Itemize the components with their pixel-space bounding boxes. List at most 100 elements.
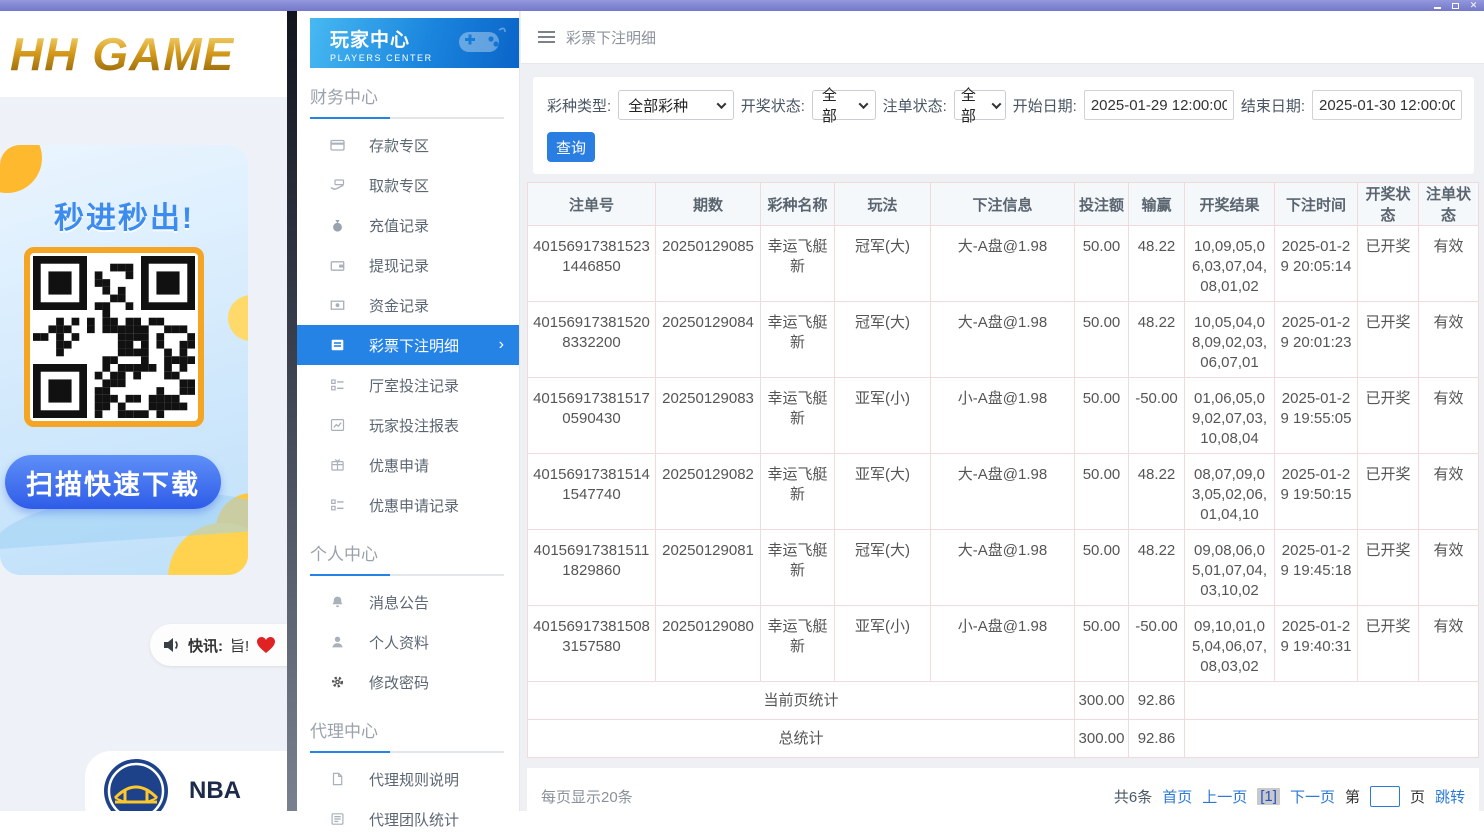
cell-amount: 50.00 [1075, 226, 1129, 302]
sidebar-item-promo-apply[interactable]: 优惠申请 [297, 445, 519, 485]
scan-download-button[interactable]: 扫描快速下载 [5, 455, 221, 509]
jump-button[interactable]: 跳转 [1435, 786, 1465, 807]
list-icon [329, 497, 347, 513]
sidebar-item-announcements[interactable]: 消息公告 [297, 582, 519, 622]
menu-toggle-icon[interactable] [538, 31, 555, 43]
maximize-button-icon[interactable] [1451, 1, 1460, 9]
chevron-right-icon: › [499, 336, 504, 354]
close-button-icon[interactable]: ✕ [1469, 1, 1478, 9]
cell-time: 2025-01-29 20:05:14 [1275, 226, 1358, 302]
minimize-button-icon[interactable] [1433, 1, 1442, 9]
cell-amount: 50.00 [1075, 454, 1129, 530]
gift-icon [329, 457, 347, 473]
heart-icon [256, 636, 276, 654]
cell-lottery: 幸运飞艇新 [761, 530, 835, 606]
sidebar-item-hall-bet-records[interactable]: 厅室投注记录 [297, 365, 519, 405]
filter-panel: 彩种类型: 全部彩种 开奖状态: 全部 注单状态: 全部 [533, 77, 1474, 174]
cell-draw-status: 已开奖 [1358, 302, 1419, 378]
sidebar-item-change-password[interactable]: 修改密码 [297, 662, 519, 702]
decor-circle [228, 295, 248, 341]
ticker-text: 旨! [230, 635, 249, 656]
person-icon [329, 634, 347, 650]
bell-icon [329, 594, 347, 610]
sidebar-item-agent-rules[interactable]: 代理规则说明 [297, 759, 519, 799]
players-center-window: 玩家中心 PLAYERS CENTER 财务中心 存款专区 取款专区 [287, 11, 1484, 811]
sidebar-item-label: 优惠申请记录 [369, 495, 459, 516]
summary-winloss-total: 92.86 [1129, 720, 1185, 758]
col-header: 期数 [656, 183, 761, 226]
sidebar-item-withdrawal-records[interactable]: 提现记录 [297, 245, 519, 285]
sidebar-item-promo-apply-records[interactable]: 优惠申请记录 [297, 485, 519, 525]
gear-icon [329, 674, 347, 690]
jump-prefix: 第 [1345, 786, 1360, 807]
lottery-type-value: 全部彩种 [628, 95, 688, 116]
first-page-link[interactable]: 首页 [1162, 786, 1192, 807]
sidebar-item-funds-records[interactable]: 资金记录 [297, 285, 519, 325]
table-row: 40156917381511182986020250129081幸运飞艇新冠军(… [528, 530, 1479, 606]
col-header: 开奖结果 [1185, 183, 1275, 226]
col-header: 玩法 [835, 183, 931, 226]
cell-bet-info: 大-A盘@1.98 [931, 302, 1075, 378]
cell-issue: 20250129083 [656, 378, 761, 454]
search-button[interactable]: 查询 [547, 132, 595, 162]
prev-page-link[interactable]: 上一页 [1202, 786, 1247, 807]
cell-result: 01,06,05,09,02,07,03,10,08,04 [1185, 378, 1275, 454]
window-edge-shadow [287, 11, 297, 811]
cell-play: 亚军(小) [835, 606, 931, 682]
order-status-select[interactable]: 全部 [954, 90, 1006, 120]
draw-status-value: 全部 [822, 84, 852, 126]
nba-news-card: NBA [85, 751, 287, 811]
sidebar-item-label: 消息公告 [369, 592, 429, 613]
jump-suffix: 页 [1410, 786, 1425, 807]
cell-result: 10,09,05,06,03,07,04,08,01,02 [1185, 226, 1275, 302]
sidebar-item-label: 提现记录 [369, 255, 429, 276]
bets-table: 注单号 期数 彩种名称 玩法 下注信息 投注额 输赢 开奖结果 下注时间 开奖状… [527, 182, 1479, 758]
sidebar-item-profile[interactable]: 个人资料 [297, 622, 519, 662]
chart-icon [329, 417, 347, 433]
cell-draw-status: 已开奖 [1358, 454, 1419, 530]
jump-page-input[interactable] [1370, 786, 1400, 807]
next-page-link[interactable]: 下一页 [1290, 786, 1335, 807]
cell-result: 09,10,01,05,04,06,07,08,03,02 [1185, 606, 1275, 682]
sidebar-item-agent-team-stats[interactable]: 代理团队统计 [297, 799, 519, 839]
sidebar-item-label: 修改密码 [369, 672, 429, 693]
sidebar-item-label: 充值记录 [369, 215, 429, 236]
draw-status-select[interactable]: 全部 [812, 90, 876, 120]
sidebar-item-deposit[interactable]: 存款专区 [297, 125, 519, 165]
sidebar-item-label: 玩家投注报表 [369, 415, 459, 436]
col-header: 开奖状态 [1358, 183, 1419, 226]
order-status-label: 注单状态: [883, 95, 947, 116]
sidebar-item-label: 优惠申请 [369, 455, 429, 476]
promo-headline: 秒进秒出! [0, 193, 248, 237]
sidebar-item-withdraw[interactable]: 取款专区 [297, 165, 519, 205]
sidebar-item-label: 个人资料 [369, 632, 429, 653]
col-header: 注单号 [528, 183, 656, 226]
cell-order-status: 有效 [1419, 530, 1479, 606]
sidebar-item-recharge-records[interactable]: 充值记录 [297, 205, 519, 245]
lottery-type-select[interactable]: 全部彩种 [618, 90, 734, 120]
sidebar-item-lottery-bet-details[interactable]: 彩票下注明细 › [297, 325, 519, 365]
cell-order-id: 401569173815111829860 [528, 530, 656, 606]
col-header: 下注时间 [1275, 183, 1358, 226]
cell-bet-info: 大-A盘@1.98 [931, 454, 1075, 530]
cell-play: 冠军(大) [835, 226, 931, 302]
grand-summary-row: 总统计 300.00 92.86 [528, 720, 1479, 758]
cell-winloss: -50.00 [1129, 378, 1185, 454]
report-icon [329, 811, 347, 827]
cell-order-status: 有效 [1419, 302, 1479, 378]
section-divider [310, 574, 504, 576]
cell-result: 08,07,09,03,05,02,06,01,04,10 [1185, 454, 1275, 530]
cell-winloss: 48.22 [1129, 530, 1185, 606]
cell-order-status: 有效 [1419, 606, 1479, 682]
cell-time: 2025-01-29 19:45:18 [1275, 530, 1358, 606]
cell-time: 2025-01-29 19:55:05 [1275, 378, 1358, 454]
end-date-input[interactable] [1312, 90, 1462, 120]
cell-bet-info: 大-A盘@1.98 [931, 530, 1075, 606]
per-page-label: 每页显示20条 [541, 786, 633, 807]
decor-circle [0, 145, 42, 193]
sidebar-item-player-bet-report[interactable]: 玩家投注报表 [297, 405, 519, 445]
cell-result: 10,05,04,08,09,02,03,06,07,01 [1185, 302, 1275, 378]
cell-lottery: 幸运飞艇新 [761, 302, 835, 378]
start-date-input[interactable] [1084, 90, 1234, 120]
cell-order-id: 401569173815208332200 [528, 302, 656, 378]
